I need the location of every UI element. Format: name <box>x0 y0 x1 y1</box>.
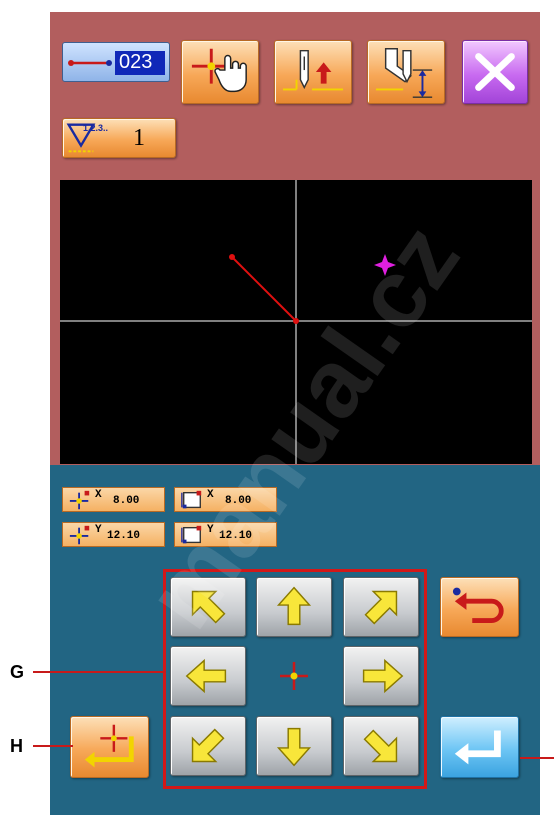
arrow-up-icon <box>276 586 312 626</box>
move-up-button[interactable] <box>256 577 332 637</box>
layer-icon-text: 1.2.3.. <box>83 123 109 133</box>
abs-y-value: 12.10 <box>107 530 141 542</box>
move-down-button[interactable] <box>256 716 332 776</box>
return-icon <box>452 587 504 623</box>
return-to-origin-icon <box>84 724 134 768</box>
layer-number-icon <box>66 123 96 153</box>
enter-icon <box>454 730 501 765</box>
arrow-down-left-icon <box>191 728 225 763</box>
stitch-line <box>231 256 297 322</box>
callout-enter-line <box>520 757 554 759</box>
layer-number-value: 1 <box>133 125 145 151</box>
presser-foot-button[interactable] <box>367 40 445 104</box>
abs-x-box: X 8.00 <box>62 487 165 512</box>
move-right-button[interactable] <box>343 646 419 706</box>
dpad-center <box>256 646 332 706</box>
callout-h-label: H <box>10 736 23 756</box>
abs-y-box: Y 12.10 <box>62 522 165 547</box>
layer-number-button[interactable]: 1.2.3.. 1 <box>62 118 176 158</box>
stitch-length-counter[interactable]: 023 <box>62 42 170 82</box>
abs-y-label: Y <box>95 524 102 536</box>
move-left-button[interactable] <box>170 646 246 706</box>
move-up-right-button[interactable] <box>343 577 419 637</box>
enter-button[interactable] <box>440 716 519 778</box>
close-button[interactable] <box>462 40 528 104</box>
callout-g-label: G <box>10 662 25 682</box>
callout-h-line <box>33 745 73 747</box>
stitch-start-point <box>229 254 235 260</box>
move-down-left-button[interactable] <box>170 716 246 776</box>
return-to-origin-button[interactable] <box>70 716 149 778</box>
arrow-up-right-icon <box>364 590 398 625</box>
arrow-down-right-icon <box>363 729 398 763</box>
abs-x-value: 8.00 <box>113 495 140 507</box>
needle-up-icon <box>282 49 344 91</box>
close-icon <box>475 53 515 91</box>
select-point-button[interactable] <box>181 40 259 104</box>
abs-x-label: X <box>95 489 102 501</box>
crosshair-icon <box>280 662 308 690</box>
crosshair-hand-icon <box>191 48 247 93</box>
arrow-down-icon <box>276 727 312 767</box>
arrow-right-icon <box>362 658 404 694</box>
presser-foot-icon <box>375 48 433 98</box>
move-cross-icon <box>69 525 90 545</box>
stitch-end-point <box>293 318 299 324</box>
needle-up-button[interactable] <box>274 40 352 104</box>
move-cross-icon <box>69 490 90 510</box>
back-button[interactable] <box>440 577 519 637</box>
arrow-left-icon <box>185 658 227 694</box>
move-down-right-button[interactable] <box>343 716 419 776</box>
callout-g-line <box>33 671 166 673</box>
stitch-length-value: 023 <box>119 51 153 73</box>
